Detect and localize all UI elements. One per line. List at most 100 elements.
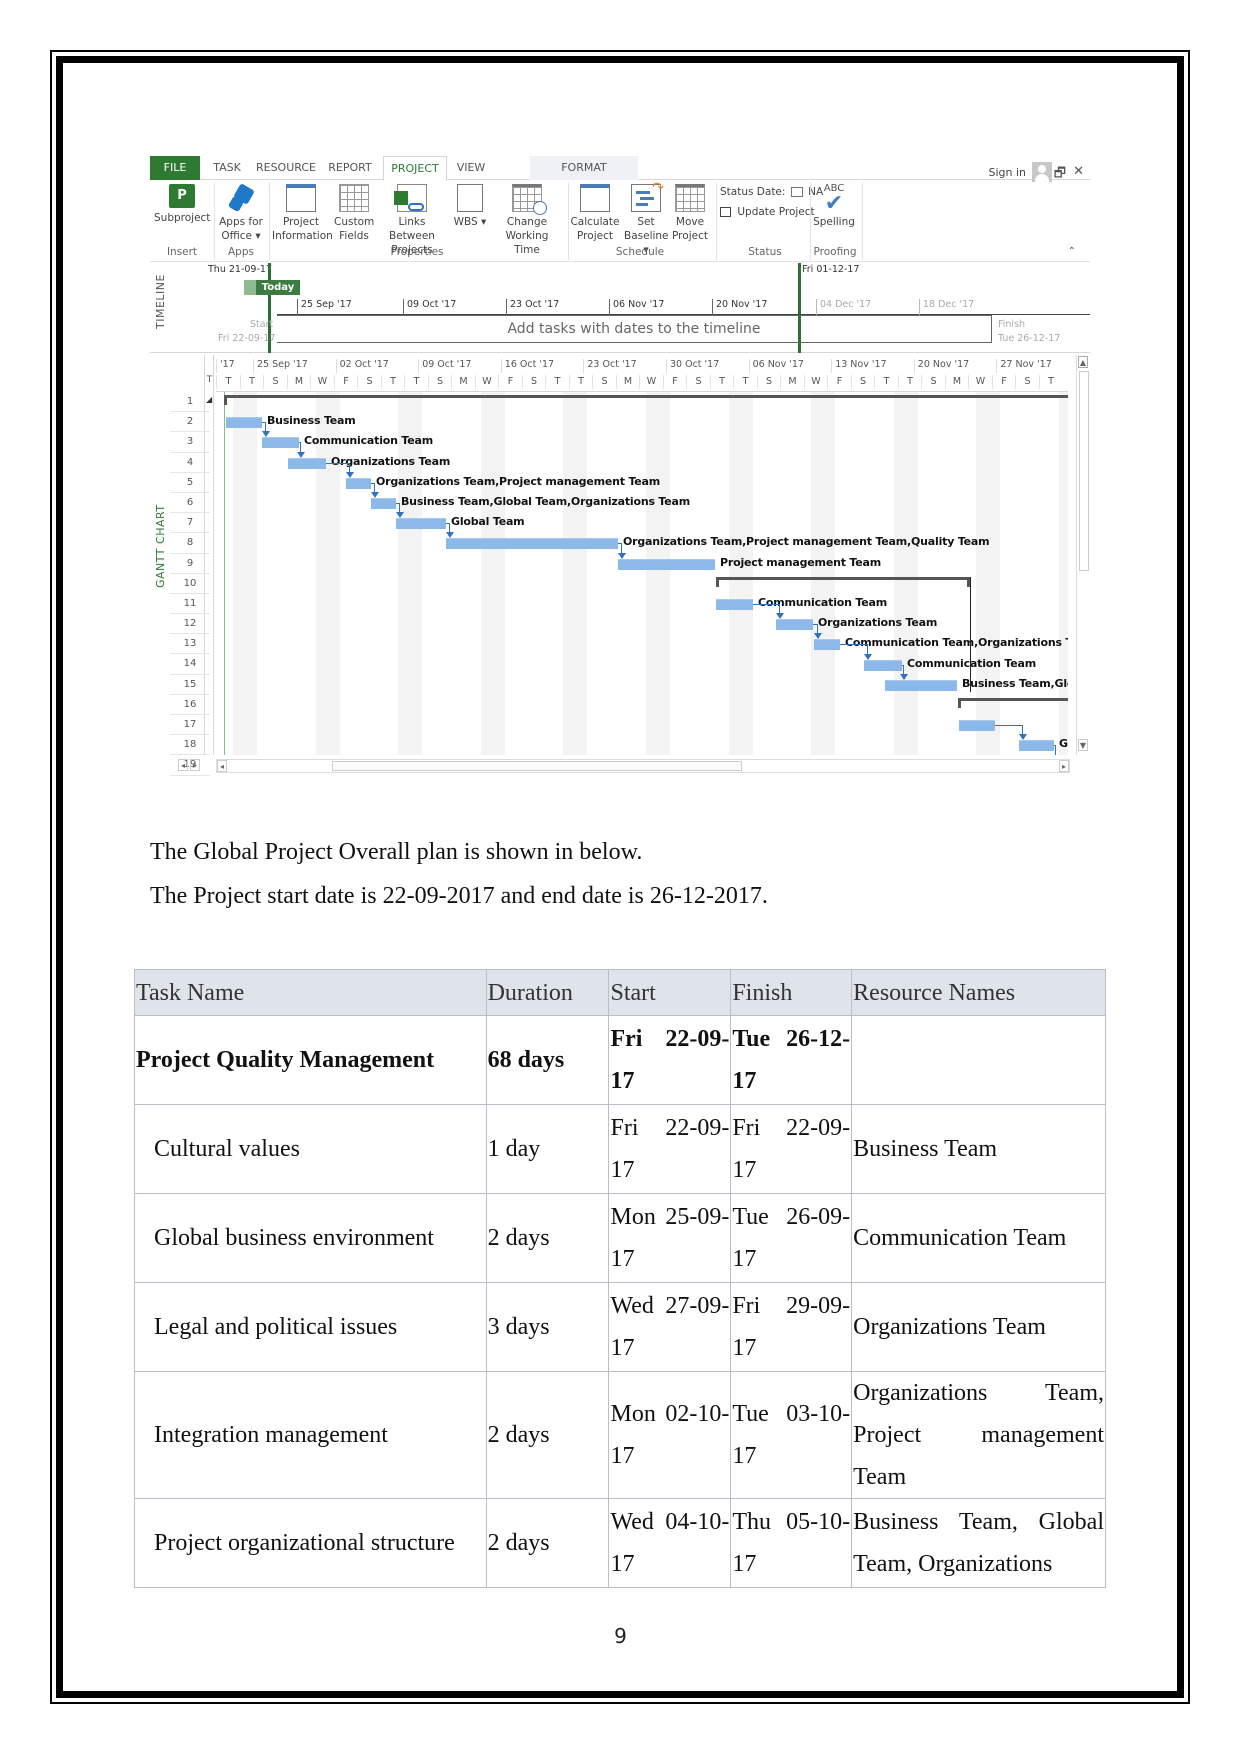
subproject-button[interactable]: P Subproject <box>154 184 210 225</box>
task-bar[interactable] <box>226 417 262 429</box>
summary-bar[interactable] <box>716 576 970 587</box>
dependency-arrow-icon <box>814 633 822 640</box>
task-bar[interactable] <box>959 720 995 732</box>
row-number[interactable]: 1 <box>170 392 210 413</box>
header-duration: Duration <box>485 969 610 1016</box>
task-bar[interactable] <box>262 437 299 449</box>
collapse-ribbon-icon[interactable]: ⌃ <box>1068 246 1076 257</box>
custom-fields-button[interactable]: Custom Fields <box>334 184 374 243</box>
row-number[interactable]: 12 <box>170 614 210 635</box>
group-label-status: Status <box>748 246 782 258</box>
row-number[interactable]: 11 <box>170 594 210 615</box>
task-bar[interactable] <box>716 599 753 610</box>
tab-format[interactable]: FORMAT <box>530 156 638 180</box>
scroll-right-icon[interactable]: ▸ <box>190 759 200 771</box>
timeline-bar[interactable]: Add tasks with dates to the timeline <box>277 315 992 343</box>
row-number[interactable]: 15 <box>170 675 210 695</box>
tab-file[interactable]: FILE <box>150 156 200 180</box>
row-number[interactable]: 10 <box>170 574 210 594</box>
task-bar-resource-label: Project management Team <box>720 555 881 569</box>
task-bar-resource-label: Business Team,Glol <box>962 676 1068 690</box>
project-information-button[interactable]: Project Information <box>272 184 333 243</box>
dependency-arrow-icon <box>1019 734 1027 741</box>
finish-cell: Fri 22-09-17 <box>730 1104 853 1194</box>
update-project-button[interactable]: Update Project <box>720 206 815 218</box>
timescale-day-label: S <box>921 375 945 389</box>
row-number[interactable]: 17 <box>170 715 210 736</box>
task-name-cell: Integration management <box>134 1371 487 1499</box>
status-date-control[interactable]: Status Date: NA <box>720 186 823 198</box>
task-bar[interactable] <box>814 639 840 651</box>
task-bar[interactable] <box>446 538 618 550</box>
task-bar-resource-label: Organizations Team <box>818 616 938 630</box>
scroll-down-icon[interactable]: ▼ <box>1078 739 1088 751</box>
row-number[interactable]: 18 <box>170 735 210 756</box>
task-bar[interactable] <box>864 659 902 671</box>
scroll-left-icon[interactable]: ◂ <box>217 760 227 772</box>
timescale-day-label: T <box>545 375 569 389</box>
group-label-proofing: Proofing <box>813 246 857 258</box>
tab-report[interactable]: REPORT <box>322 156 378 180</box>
timescale-day-label: S <box>850 375 875 389</box>
task-bar[interactable] <box>396 518 446 530</box>
summary-bar[interactable] <box>958 698 1068 708</box>
row-number[interactable]: 2 <box>170 412 210 433</box>
row-number[interactable]: 16 <box>170 695 210 715</box>
avatar-icon[interactable] <box>1032 162 1052 182</box>
group-label-apps: Apps <box>228 246 254 258</box>
task-bar[interactable] <box>776 619 813 631</box>
move-project-button[interactable]: Move Project <box>670 184 710 243</box>
task-bar[interactable] <box>1019 740 1054 752</box>
row-number[interactable]: 4 <box>170 453 210 473</box>
row-number[interactable]: 7 <box>170 513 210 534</box>
duration-cell: 1 day <box>485 1104 610 1194</box>
row-number[interactable]: 9 <box>170 554 210 574</box>
calculate-project-button[interactable]: Calculate Project <box>570 184 620 243</box>
row-number[interactable]: 13 <box>170 634 210 655</box>
task-bar[interactable] <box>288 457 326 469</box>
timeline-start-label: Start <box>250 319 274 330</box>
calendar-icon <box>790 187 803 197</box>
table-horizontal-scrollbar[interactable]: ◂ ▸ <box>178 759 212 773</box>
timeline-finish-date: Tue 26-12-17 <box>998 333 1061 344</box>
wbs-button[interactable]: WBS ▾ <box>452 184 488 229</box>
spelling-button[interactable]: ABC ✔ Spelling <box>812 184 856 229</box>
scroll-right-icon[interactable]: ▸ <box>1059 760 1069 772</box>
timescale-day-label: T <box>404 375 428 389</box>
tab-view[interactable]: VIEW <box>451 156 491 180</box>
vertical-scrollbar[interactable]: ▲ ▼ <box>1076 355 1090 755</box>
horizontal-scroll-thumb[interactable] <box>332 761 742 771</box>
dependency-arrow-icon <box>371 492 379 498</box>
row-number[interactable]: 6 <box>170 493 210 514</box>
timescale-day-label: S <box>357 375 381 389</box>
row-number[interactable]: 5 <box>170 473 210 493</box>
row-number[interactable]: 3 <box>170 432 210 453</box>
task-bar[interactable] <box>371 498 396 509</box>
row-number[interactable]: 14 <box>170 654 210 675</box>
close-icon[interactable]: ✕ <box>1073 164 1084 179</box>
tab-task[interactable]: TASK <box>205 156 249 180</box>
vertical-scroll-thumb[interactable] <box>1079 371 1089 571</box>
apps-for-office-button[interactable]: Apps for Office ▾ <box>216 183 266 243</box>
timescale-day-label: F <box>991 375 1016 389</box>
timeline-placeholder: Add tasks with dates to the timeline <box>507 321 761 337</box>
task-bar[interactable] <box>618 558 715 570</box>
sign-in-link[interactable]: Sign in <box>988 166 1026 179</box>
scroll-left-icon[interactable]: ◂ <box>178 759 188 771</box>
tab-project[interactable]: PROJECT <box>383 156 447 181</box>
group-separator <box>269 182 270 260</box>
spelling-icon: ABC ✔ <box>823 183 845 216</box>
task-name-cell: Legal and political issues <box>134 1282 487 1372</box>
tab-resource[interactable]: RESOURCE <box>254 156 318 180</box>
timescale-day-label: S <box>521 375 546 389</box>
gantt-chart-area[interactable]: Business Team Communication Team Organizat… <box>216 392 1068 755</box>
row-number[interactable]: 8 <box>170 533 210 554</box>
dependency-link <box>840 644 868 654</box>
summary-bar[interactable] <box>224 395 1068 405</box>
chart-horizontal-scrollbar[interactable]: ◂ ▸ <box>216 759 1070 773</box>
scroll-up-icon[interactable]: ▲ <box>1078 356 1088 368</box>
group-label-schedule: Schedule <box>615 246 665 258</box>
task-bar[interactable] <box>346 477 371 489</box>
task-bar[interactable] <box>885 679 957 691</box>
timeline-finish-label: Finish <box>998 319 1026 330</box>
